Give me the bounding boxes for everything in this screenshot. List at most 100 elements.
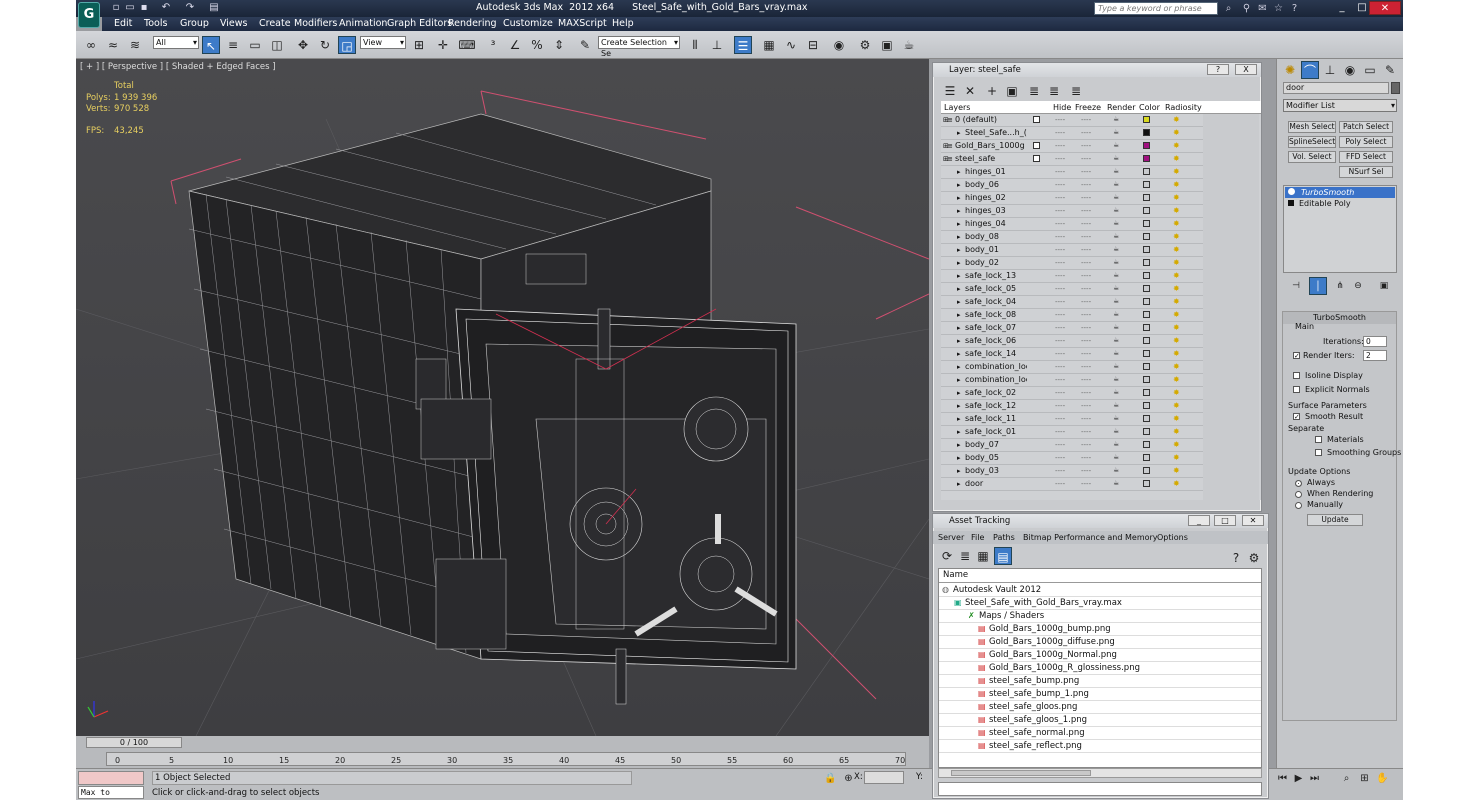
reference-coordinate-dropdown[interactable]: View [360, 36, 406, 49]
layer-name[interactable]: Steel_Safe...h_( [965, 127, 1027, 139]
layer-row[interactable]: ▸ safe_lock_11 ---- ---- ☕ ✸ [941, 413, 1211, 426]
layer-row[interactable]: ▸ hinges_03 ---- ---- ☕ ✸ [941, 205, 1211, 218]
delete-layer-icon[interactable]: ✕ [961, 82, 979, 100]
freeze-toggle[interactable]: ---- [1081, 127, 1091, 139]
render-teapot-icon[interactable]: ☕ [1113, 245, 1121, 253]
layer-color-swatch[interactable] [1143, 467, 1150, 474]
move-icon[interactable]: ✥ [294, 36, 312, 54]
freeze-toggle[interactable]: ---- [1081, 205, 1091, 217]
graphite-tools-icon[interactable]: ▦ [760, 36, 778, 54]
layer-color-swatch[interactable] [1143, 480, 1150, 487]
layer-name[interactable]: 0 (default) [955, 114, 1027, 126]
layer-row[interactable]: ▸ safe_lock_04 ---- ---- ☕ ✸ [941, 296, 1211, 309]
schematic-view-icon[interactable]: ⊟ [804, 36, 822, 54]
render-teapot-icon[interactable]: ☕ [1113, 427, 1121, 435]
layer-color-swatch[interactable] [1143, 129, 1150, 136]
layer-name[interactable]: body_03 [965, 465, 1027, 477]
layer-color-swatch[interactable] [1143, 116, 1150, 123]
hide-toggle[interactable]: ---- [1055, 348, 1065, 360]
asset-row[interactable]: ▤ Gold_Bars_1000g_Normal.png [939, 649, 1261, 662]
hide-toggle[interactable]: ---- [1055, 361, 1065, 373]
edit-named-selection-icon[interactable]: ✎ [576, 36, 594, 54]
layer-manager-icon[interactable]: ☰ [734, 36, 752, 54]
hide-toggle[interactable]: ---- [1055, 218, 1065, 230]
layer-color-swatch[interactable] [1143, 441, 1150, 448]
hide-toggle[interactable]: ---- [1055, 322, 1065, 334]
object-name-field[interactable]: door [1283, 82, 1389, 94]
named-selection-dropdown[interactable]: Create Selection Se [598, 36, 680, 58]
vol-select-button[interactable]: Vol. Select [1288, 151, 1336, 163]
radiosity-icon[interactable]: ✸ [1173, 310, 1183, 320]
layer-color-swatch[interactable] [1143, 337, 1150, 344]
radiosity-icon[interactable]: ✸ [1173, 349, 1183, 359]
update-button[interactable]: Update [1307, 514, 1363, 526]
align-icon[interactable]: ⊥ [708, 36, 726, 54]
freeze-toggle[interactable]: ---- [1081, 192, 1091, 204]
radiosity-icon[interactable]: ✸ [1173, 245, 1183, 255]
menu-group[interactable]: Group [180, 18, 209, 29]
layer-name[interactable]: safe_lock_12 [965, 400, 1027, 412]
render-teapot-icon[interactable]: ☕ [1113, 180, 1121, 188]
rectangular-selection-icon[interactable]: ▭ [246, 36, 264, 54]
layer-row[interactable]: ⊞ ≡ 0 (default) ---- ---- ☕ ✸ [941, 114, 1211, 127]
render-teapot-icon[interactable]: ☕ [1113, 219, 1121, 227]
layer-row[interactable]: ▸ body_03 ---- ---- ☕ ✸ [941, 465, 1211, 478]
layer-name[interactable]: body_01 [965, 244, 1027, 256]
radiosity-icon[interactable]: ✸ [1173, 414, 1183, 424]
pin-stack-icon[interactable]: ⊣ [1287, 277, 1305, 295]
layer-name[interactable]: safe_lock_05 [965, 283, 1027, 295]
layer-color-swatch[interactable] [1143, 376, 1150, 383]
asset-row[interactable]: ◍ Autodesk Vault 2012 [939, 584, 1261, 597]
render-iters-checkbox[interactable]: ✓ [1293, 352, 1300, 360]
layer-name[interactable]: safe_lock_08 [965, 309, 1027, 321]
isoline-checkbox[interactable] [1293, 372, 1300, 379]
freeze-toggle[interactable]: ---- [1081, 387, 1091, 399]
freeze-toggle[interactable]: ---- [1081, 218, 1091, 230]
freeze-toggle[interactable]: ---- [1081, 335, 1091, 347]
layer-color-swatch[interactable] [1143, 454, 1150, 461]
hide-all-icon[interactable]: ≣ [1045, 82, 1063, 100]
radiosity-icon[interactable]: ✸ [1173, 167, 1183, 177]
utilities-tab-icon[interactable]: ✎ [1381, 61, 1399, 79]
materials-checkbox[interactable] [1315, 436, 1322, 443]
new-file-icon[interactable]: ▫ [110, 2, 122, 14]
hide-toggle[interactable]: ---- [1055, 179, 1065, 191]
select-object-icon[interactable]: ↖ [202, 36, 220, 54]
layer-row[interactable]: ▸ body_02 ---- ---- ☕ ✸ [941, 257, 1211, 270]
motion-tab-icon[interactable]: ◉ [1341, 61, 1359, 79]
radiosity-icon[interactable]: ✸ [1173, 284, 1183, 294]
help-icon[interactable]: ? [1227, 549, 1245, 567]
layer-color-swatch[interactable] [1143, 207, 1150, 214]
col-color[interactable]: Color [1139, 103, 1160, 112]
col-radiosity[interactable]: Radiosity [1165, 103, 1202, 112]
col-hide[interactable]: Hide [1053, 103, 1071, 112]
hierarchy-tab-icon[interactable]: ⊥ [1321, 61, 1339, 79]
table-view-icon[interactable]: ▦ [974, 547, 992, 565]
hide-toggle[interactable]: ---- [1055, 244, 1065, 256]
freeze-toggle[interactable]: ---- [1081, 465, 1091, 477]
layer-color-swatch[interactable] [1143, 246, 1150, 253]
radiosity-icon[interactable]: ✸ [1173, 388, 1183, 398]
col-layers[interactable]: Layers [944, 103, 970, 112]
list-view-icon[interactable]: ≣ [956, 547, 974, 565]
layer-name[interactable]: Gold_Bars_1000g [955, 140, 1027, 152]
layer-row[interactable]: ▸ safe_lock_07 ---- ---- ☕ ✸ [941, 322, 1211, 335]
freeze-toggle[interactable]: ---- [1081, 257, 1091, 269]
iterations-spinner[interactable]: 0 [1363, 336, 1387, 347]
tree-view-icon[interactable]: ▤ [994, 547, 1012, 565]
hide-toggle[interactable]: ---- [1055, 439, 1065, 451]
radiosity-icon[interactable]: ✸ [1173, 440, 1183, 450]
render-teapot-icon[interactable]: ☕ [1113, 232, 1121, 240]
minimize-button[interactable]: _ [1332, 1, 1352, 15]
rendered-frame-icon[interactable]: ▣ [878, 36, 896, 54]
asset-row[interactable]: ▤ Gold_Bars_1000g_R_glossiness.png [939, 662, 1261, 675]
col-freeze[interactable]: Freeze [1075, 103, 1101, 112]
render-teapot-icon[interactable]: ☕ [1113, 479, 1121, 487]
hide-toggle[interactable]: ---- [1055, 205, 1065, 217]
render-teapot-icon[interactable]: ☕ [1113, 362, 1121, 370]
layer-color-swatch[interactable] [1143, 259, 1150, 266]
layer-row[interactable]: ▸ safe_lock_14 ---- ---- ☕ ✸ [941, 348, 1211, 361]
layer-name[interactable]: steel_safe [955, 153, 1027, 165]
hide-toggle[interactable]: ---- [1055, 166, 1065, 178]
always-radio[interactable] [1295, 480, 1302, 487]
